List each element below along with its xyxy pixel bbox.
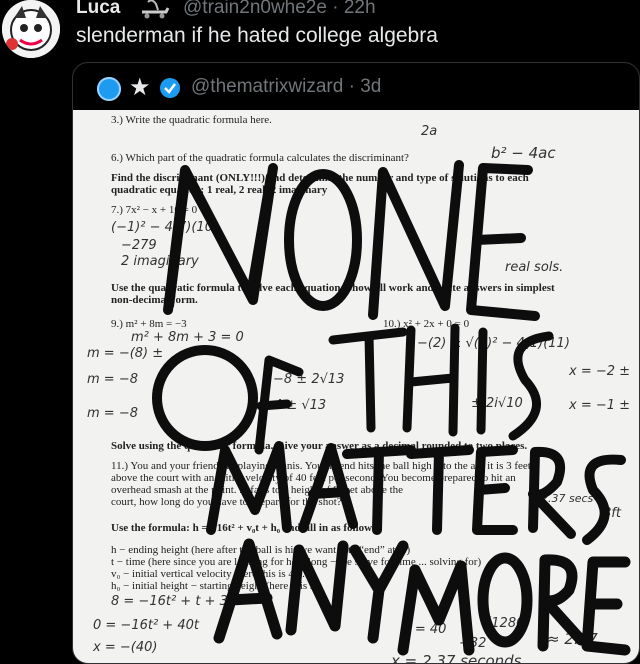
skateboard-icon (142, 0, 170, 19)
worksheet-image: 3.) Write the quadratic formula here. 2a… (73, 110, 639, 663)
tweet: Luca @train2n0whe2e · 22h slenderman if … (0, 0, 640, 664)
user-name[interactable]: Luca (76, 0, 120, 19)
tweet-text: slenderman if he hated college algebra (76, 24, 438, 47)
handle-and-time[interactable]: @train2n0whe2e · 22h (183, 0, 376, 19)
quoted-handle-and-time[interactable]: @thematrixwizard · 3d (191, 76, 381, 98)
star-icon: ★ (129, 74, 151, 101)
quoted-tweet[interactable]: ★ @thematrixwizard · 3d 3.) Write the qu… (72, 62, 640, 664)
quoted-avatar[interactable] (97, 77, 121, 101)
user-avatar[interactable] (2, 0, 60, 58)
avatar-drawing (2, 0, 60, 58)
marker-scribble-overlay (152, 160, 631, 656)
verified-badge-icon (160, 78, 180, 98)
